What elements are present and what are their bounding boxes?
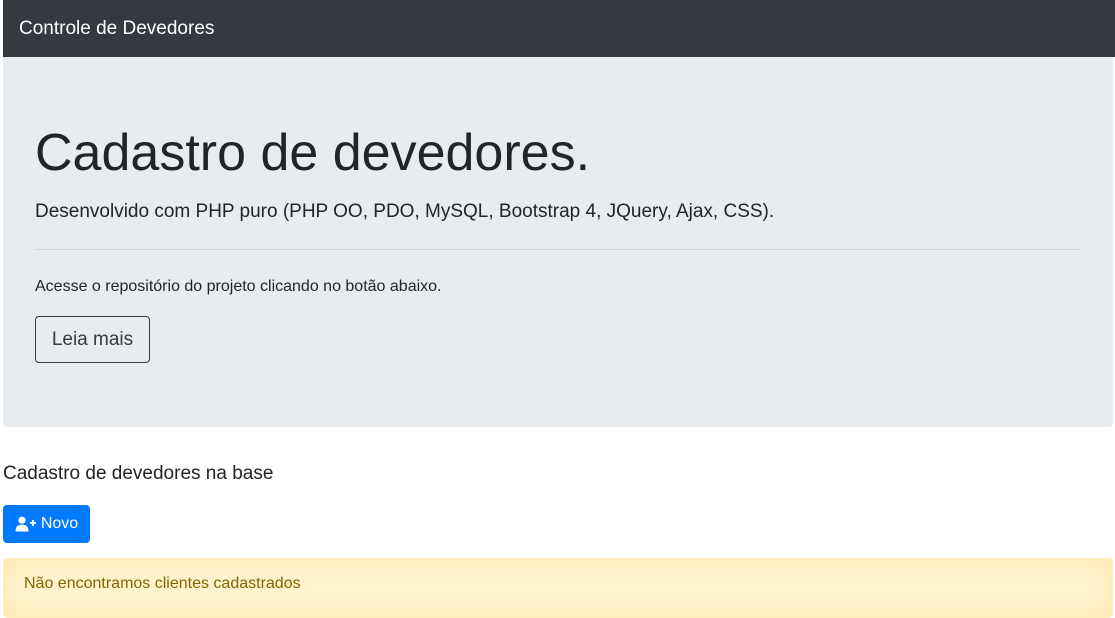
- user-plus-icon: [15, 516, 37, 532]
- navbar-brand[interactable]: Controle de Devedores: [19, 18, 214, 40]
- alert-message: Não encontramos clientes cadastrados: [24, 575, 301, 592]
- read-more-button[interactable]: Leia mais: [35, 316, 150, 363]
- new-button-label: Novo: [40, 515, 79, 532]
- section-title: Cadastro de devedores na base: [3, 463, 274, 484]
- top-navbar: Controle de Devedores: [3, 0, 1115, 57]
- empty-clients-alert: Não encontramos clientes cadastrados: [3, 558, 1113, 618]
- hero-jumbotron: Cadastro de devedores. Desenvolvido com …: [3, 57, 1113, 427]
- new-debtor-button[interactable]: Novo: [3, 505, 90, 543]
- hero-lead: Desenvolvido com PHP puro (PHP OO, PDO, …: [35, 201, 775, 222]
- repo-description: Acesse o repositório do projeto clicando…: [35, 278, 442, 295]
- hero-title: Cadastro de devedores.: [35, 124, 591, 182]
- hero-divider: [35, 249, 1081, 250]
